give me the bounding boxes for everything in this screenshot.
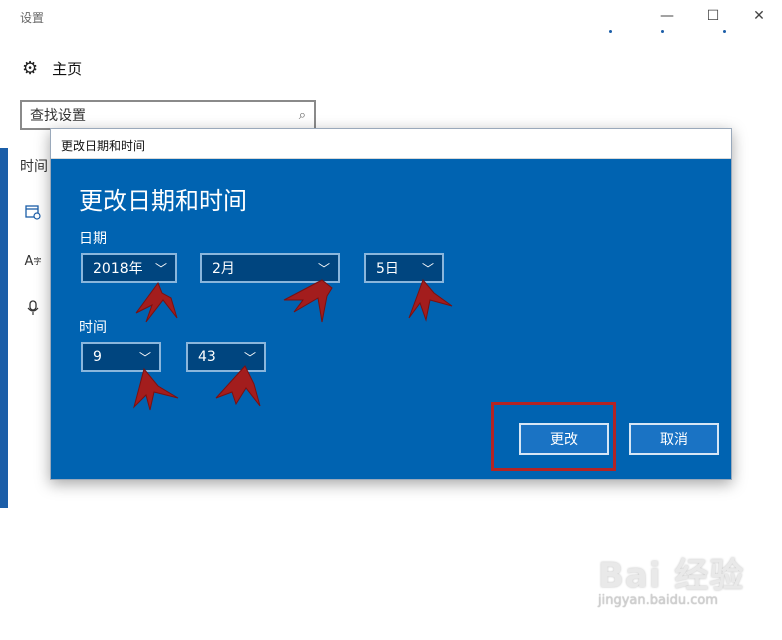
- year-value: 2018年: [93, 261, 143, 277]
- change-button[interactable]: 更改: [519, 423, 609, 455]
- language-icon[interactable]: A字: [24, 252, 42, 270]
- maximize-button[interactable]: ☐: [690, 0, 736, 32]
- window-controls: — ☐ ✕: [644, 0, 782, 32]
- gear-icon: ⚙: [22, 58, 39, 79]
- search-input[interactable]: [30, 107, 299, 123]
- dot-marker: [723, 30, 726, 33]
- dot-marker: [609, 30, 612, 33]
- day-dropdown[interactable]: 5日 ﹀: [364, 253, 444, 283]
- hour-value: 9: [93, 349, 102, 365]
- watermark-logo: Bai 经验: [598, 556, 745, 596]
- time-label: 时间: [79, 320, 107, 336]
- chevron-down-icon: ﹀: [243, 350, 256, 365]
- dialog-heading: 更改日期和时间: [79, 187, 247, 215]
- dot-marker: [661, 30, 664, 33]
- home-label: 主页: [52, 60, 83, 78]
- dialog-titlebar: 更改日期和时间: [51, 129, 731, 159]
- year-dropdown[interactable]: 2018年 ﹀: [81, 253, 177, 283]
- chevron-down-icon: ﹀: [317, 261, 330, 276]
- day-value: 5日: [376, 261, 399, 277]
- window-title: 设置: [20, 11, 45, 25]
- search-box[interactable]: ⌕: [20, 100, 316, 130]
- month-dropdown[interactable]: 2月 ﹀: [200, 253, 340, 283]
- minute-value: 43: [198, 349, 216, 365]
- hour-dropdown[interactable]: 9 ﹀: [81, 342, 161, 372]
- watermark: Bai 经验 jingyan.baidu.com: [598, 548, 744, 608]
- calendar-clock-icon[interactable]: [24, 203, 42, 221]
- date-label: 日期: [79, 231, 107, 247]
- chevron-down-icon: ﹀: [138, 350, 151, 365]
- home-nav-item[interactable]: ⚙ 主页: [22, 58, 82, 79]
- search-icon[interactable]: ⌕: [299, 108, 306, 123]
- month-value: 2月: [212, 261, 235, 277]
- cancel-button[interactable]: 取消: [629, 423, 719, 455]
- chevron-down-icon: ﹀: [421, 261, 434, 276]
- section-heading: 时间: [20, 159, 48, 175]
- chevron-down-icon: ﹀: [154, 261, 167, 276]
- minimize-button[interactable]: —: [644, 0, 690, 32]
- change-date-time-dialog: 更改日期和时间 更改日期和时间 日期 2018年 ﹀ 2月 ﹀ 5日 ﹀ 时间 …: [50, 128, 732, 480]
- close-button[interactable]: ✕: [736, 0, 782, 32]
- background-window-edge: [0, 148, 8, 508]
- microphone-icon[interactable]: [24, 299, 42, 317]
- minute-dropdown[interactable]: 43 ﹀: [186, 342, 266, 372]
- header-dots: [0, 30, 782, 38]
